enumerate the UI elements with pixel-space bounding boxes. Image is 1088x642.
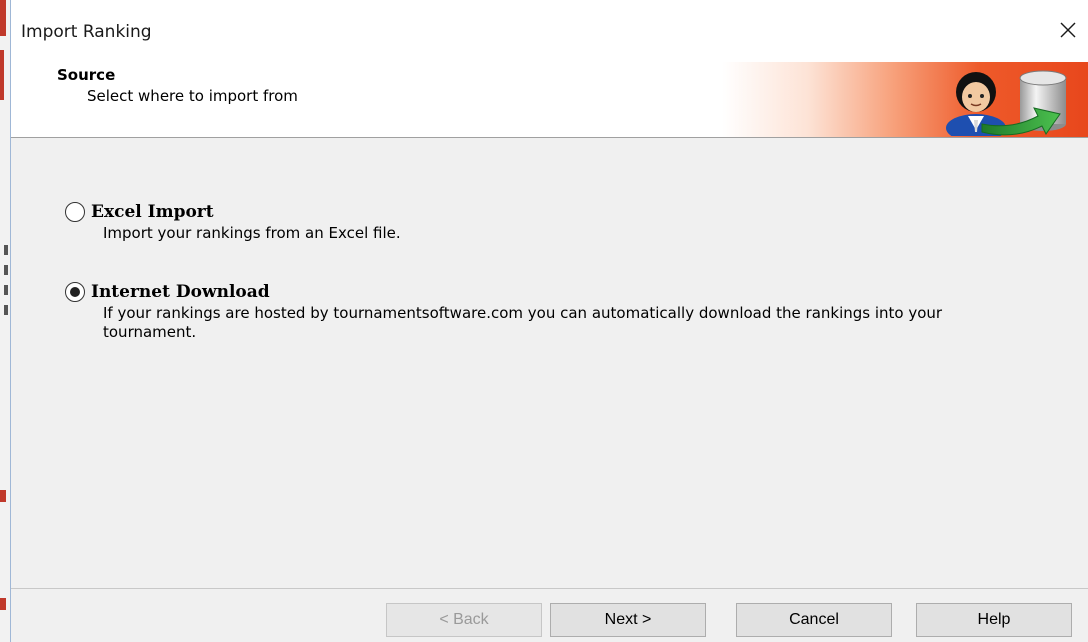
internet-download-description: If your rankings are hosted by tournamen…	[103, 304, 943, 341]
wizard-footer: < Back Next > Cancel Help	[11, 588, 1088, 642]
excel-import-radio[interactable]	[65, 202, 85, 222]
import-ranking-dialog: Import Ranking Source Select where to im…	[0, 0, 1088, 642]
close-button[interactable]	[1048, 12, 1088, 48]
help-button[interactable]: Help	[916, 603, 1072, 637]
back-button[interactable]: < Back	[386, 603, 542, 637]
title-bar[interactable]: Import Ranking	[11, 0, 1088, 62]
cancel-button[interactable]: Cancel	[736, 603, 892, 637]
option-excel-import[interactable]: Excel Import Import your rankings from a…	[65, 202, 983, 243]
wizard-body: Excel Import Import your rankings from a…	[11, 138, 1088, 588]
internet-download-radio-row[interactable]: Internet Download	[65, 282, 983, 302]
background-app-tick	[4, 265, 8, 275]
background-app-mark	[0, 0, 6, 36]
excel-import-radio-row[interactable]: Excel Import	[65, 202, 983, 222]
background-app-mark	[0, 490, 6, 502]
background-app-tick	[4, 285, 8, 295]
wizard-step-subtitle: Select where to import from	[87, 87, 298, 105]
background-app-tick	[4, 305, 8, 315]
close-icon	[1060, 22, 1076, 38]
internet-download-label[interactable]: Internet Download	[91, 282, 270, 302]
user-database-import-icon	[946, 70, 1067, 136]
wizard-header: Source Select where to import from	[11, 62, 1088, 138]
background-app-edge	[0, 0, 11, 642]
window-title: Import Ranking	[21, 22, 152, 42]
option-internet-download[interactable]: Internet Download If your rankings are h…	[65, 282, 983, 342]
background-app-tick	[4, 245, 8, 255]
background-app-mark	[0, 598, 6, 610]
internet-download-radio[interactable]	[65, 282, 85, 302]
background-app-mark	[0, 50, 4, 100]
excel-import-label[interactable]: Excel Import	[91, 202, 214, 222]
wizard-step-title: Source	[57, 66, 116, 84]
excel-import-description: Import your rankings from an Excel file.	[103, 224, 401, 242]
next-button[interactable]: Next >	[550, 603, 706, 637]
